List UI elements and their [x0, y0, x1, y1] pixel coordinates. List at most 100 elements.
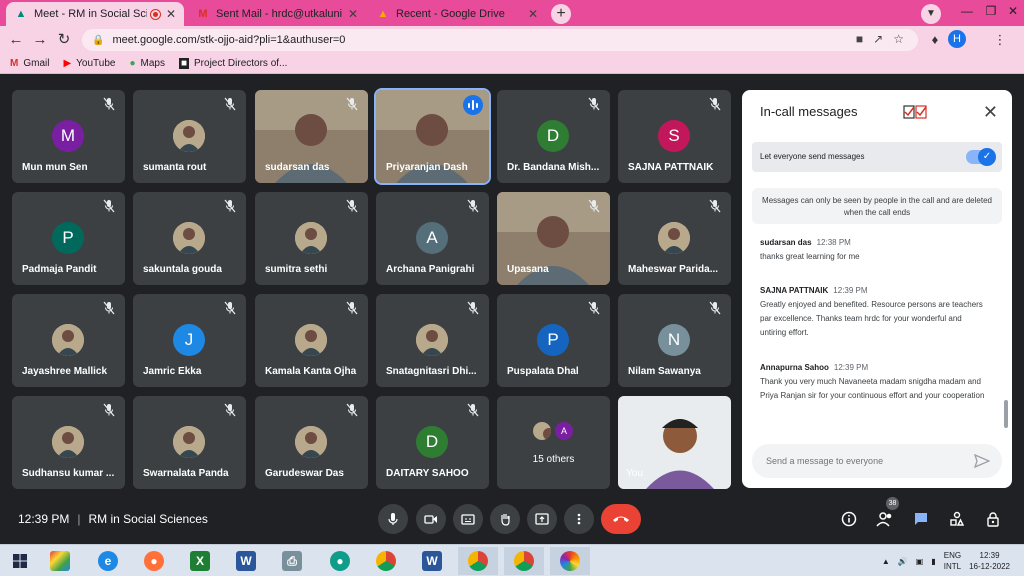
camera-button[interactable]: [416, 504, 446, 534]
tab-bar: ▲ Meet - RM in Social Sciences ✕ M Sent …: [0, 0, 1024, 26]
mic-off-icon: [466, 199, 480, 213]
participant-tile[interactable]: S SAJNA PATTNAIK: [618, 90, 731, 183]
activities-button[interactable]: [946, 508, 968, 530]
participant-tile[interactable]: N Nilam Sawanya: [618, 294, 731, 387]
participant-name: Maheswar Parida...: [628, 264, 719, 275]
battery-icon[interactable]: ▮: [931, 557, 935, 566]
minimize-icon[interactable]: —: [954, 0, 980, 26]
participant-name: Nilam Sawanya: [628, 366, 701, 377]
mic-off-icon: [345, 97, 359, 111]
tab-search-button[interactable]: ▼: [921, 4, 941, 24]
avatar: [295, 426, 327, 458]
send-icon[interactable]: [974, 454, 990, 468]
let-everyone-send-toggle[interactable]: ✓: [966, 148, 996, 166]
tray-overflow-icon[interactable]: ▲: [882, 557, 890, 566]
self-view-tile[interactable]: You: [618, 396, 731, 489]
chrome-icon: [514, 551, 534, 571]
close-icon[interactable]: ✕: [166, 7, 176, 21]
participant-tile[interactable]: Jayashree Mallick: [12, 294, 125, 387]
participant-tile[interactable]: A Archana Panigrahi: [376, 192, 489, 285]
taskbar-app-printer[interactable]: ⎙: [272, 547, 312, 575]
participant-name: Priyaranjan Dash: [386, 162, 468, 173]
start-button[interactable]: [0, 547, 40, 575]
participant-tile[interactable]: J Jamric Ekka: [133, 294, 246, 387]
word-icon: W: [236, 551, 256, 571]
tab-gmail[interactable]: M Sent Mail - hrdc@utkaluniversity ✕: [188, 2, 366, 26]
bookmark-label: Maps: [140, 58, 165, 69]
people-button[interactable]: [874, 508, 896, 530]
leave-call-button[interactable]: [601, 504, 641, 534]
participant-name: Mun mun Sen: [22, 162, 88, 173]
menu-icon[interactable]: ⋮: [990, 30, 1010, 50]
raise-hand-button[interactable]: [490, 504, 520, 534]
more-options-button[interactable]: [564, 504, 594, 534]
bookmark-maps[interactable]: ● Maps: [129, 58, 165, 69]
participant-tile[interactable]: Priyaranjan Dash: [374, 88, 491, 185]
participant-tile[interactable]: sumitra sethi: [255, 192, 368, 285]
close-panel-icon[interactable]: ✕: [983, 102, 998, 123]
participant-tile[interactable]: D DAITARY SAHOO: [376, 396, 489, 489]
tab-meet[interactable]: ▲ Meet - RM in Social Sciences ✕: [6, 2, 184, 26]
taskbar-app-edge[interactable]: ●: [320, 547, 360, 575]
back-icon[interactable]: ←: [6, 30, 26, 50]
close-icon[interactable]: ✕: [528, 7, 538, 21]
profile-avatar[interactable]: H: [948, 30, 966, 48]
participant-tile[interactable]: Swarnalata Panda: [133, 396, 246, 489]
participant-tile[interactable]: sumanta rout: [133, 90, 246, 183]
participant-name: sumitra sethi: [265, 264, 328, 275]
participant-tile[interactable]: Kamala Kanta Ojha: [255, 294, 368, 387]
extensions-icon[interactable]: ♦: [925, 30, 945, 50]
participant-tile[interactable]: Garudeswar Das: [255, 396, 368, 489]
mic-off-icon: [102, 97, 116, 111]
participant-tile[interactable]: sudarsan das: [255, 90, 368, 183]
captions-button[interactable]: [453, 504, 483, 534]
taskbar-app-picasa[interactable]: [550, 547, 590, 575]
forward-icon[interactable]: →: [30, 30, 50, 50]
tab-drive[interactable]: ▲ Recent - Google Drive ✕: [368, 2, 546, 26]
camera-icon[interactable]: ■: [856, 32, 863, 46]
participant-tile[interactable]: P Padmaja Pandit: [12, 192, 125, 285]
chat-scrollbar[interactable]: [1004, 400, 1008, 428]
microphone-button[interactable]: [378, 504, 408, 534]
new-tab-button[interactable]: +: [551, 4, 571, 24]
taskbar-app-chrome[interactable]: [366, 547, 406, 575]
bookmark-project-directors[interactable]: ■ Project Directors of...: [178, 58, 287, 69]
taskbar-app-firefox[interactable]: ●: [134, 547, 174, 575]
participant-tile[interactable]: M Mun mun Sen: [12, 90, 125, 183]
bookmark-youtube[interactable]: ▶ YouTube: [63, 58, 115, 69]
chat-notice: Messages can only be seen by people in t…: [752, 188, 1002, 224]
chat-icon: [915, 513, 927, 525]
taskbar-app-paint[interactable]: [40, 547, 80, 575]
language-indicator[interactable]: ENG INTL: [944, 550, 961, 572]
participant-tile[interactable]: D Dr. Bandana Mish...: [497, 90, 610, 183]
present-button[interactable]: [527, 504, 557, 534]
reload-icon[interactable]: ↻: [54, 30, 74, 50]
others-tile[interactable]: A 15 others: [497, 396, 610, 489]
taskbar-app-excel[interactable]: X: [180, 547, 220, 575]
taskbar-app-word[interactable]: W: [226, 547, 266, 575]
language-code: ENG: [943, 551, 962, 560]
address-bar[interactable]: 🔒 meet.google.com/stk-ojjo-aid?pli=1&aut…: [82, 29, 918, 51]
participant-tile[interactable]: Upasana: [497, 192, 610, 285]
participant-tile[interactable]: Snatagnitasri Dhi...: [376, 294, 489, 387]
bookmark-gmail[interactable]: M Gmail: [10, 58, 49, 69]
meeting-details-button[interactable]: [838, 508, 860, 530]
bookmark-star-icon[interactable]: ☆: [893, 32, 904, 46]
close-icon[interactable]: ✕: [348, 7, 358, 21]
host-controls-button[interactable]: [982, 508, 1004, 530]
taskbar-app-chrome-profile-1[interactable]: [458, 547, 498, 575]
participant-tile[interactable]: P Puspalata Dhal: [497, 294, 610, 387]
taskbar-app-chrome-profile-2[interactable]: [504, 547, 544, 575]
participant-tile[interactable]: sakuntala gouda: [133, 192, 246, 285]
participant-tile[interactable]: Maheswar Parida...: [618, 192, 731, 285]
share-icon[interactable]: ↗: [873, 32, 883, 46]
taskbar-app-word-2[interactable]: W: [412, 547, 452, 575]
volume-icon[interactable]: 🔊: [898, 557, 908, 566]
window-close-icon[interactable]: ✕: [1000, 0, 1024, 26]
taskbar-app-ie[interactable]: e: [88, 547, 128, 575]
network-icon[interactable]: ▣: [916, 557, 924, 566]
chat-message-input[interactable]: [752, 444, 1002, 478]
clock[interactable]: 12:39 16-12-2022: [969, 550, 1010, 572]
participant-tile[interactable]: Sudhansu kumar ...: [12, 396, 125, 489]
chat-button[interactable]: [910, 508, 932, 530]
